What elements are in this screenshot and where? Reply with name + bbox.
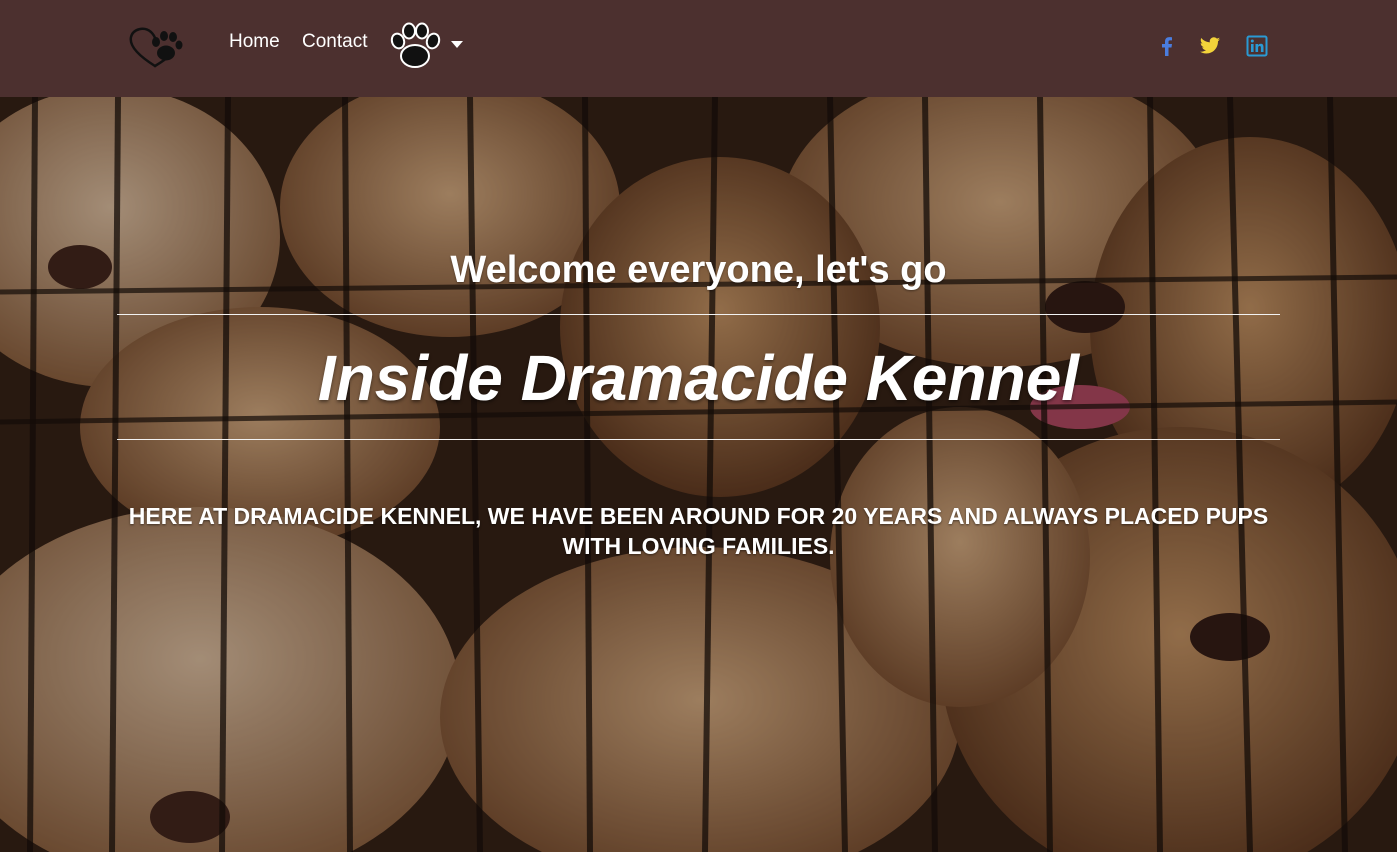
caret-down-icon	[451, 41, 463, 48]
navbar: Home Contact	[0, 0, 1397, 97]
nav-link-home[interactable]: Home	[229, 30, 280, 54]
hero-title: Inside Dramacide Kennel	[317, 342, 1080, 414]
facebook-link[interactable]	[1156, 35, 1178, 57]
hero-welcome: Welcome everyone, let's go	[450, 249, 947, 291]
heart-paw-icon	[129, 27, 183, 68]
hero-banner: Welcome everyone, let's go Inside Dramac…	[0, 97, 1397, 852]
hero-divider-bottom	[117, 439, 1280, 440]
paw-dropdown-toggle[interactable]	[388, 22, 468, 72]
facebook-icon	[1162, 37, 1172, 56]
twitter-icon	[1199, 37, 1221, 54]
paw-print-icon	[390, 22, 441, 68]
nav-link-contact[interactable]: Contact	[302, 30, 367, 54]
twitter-link[interactable]	[1199, 35, 1221, 57]
brand-logo[interactable]	[127, 22, 185, 72]
linkedin-icon	[1246, 35, 1268, 57]
linkedin-link[interactable]	[1246, 35, 1268, 57]
hero-divider-top	[117, 314, 1280, 315]
hero-overlay	[0, 97, 1397, 852]
hero-description: HERE AT DRAMACIDE KENNEL, WE HAVE BEEN A…	[128, 503, 1269, 559]
